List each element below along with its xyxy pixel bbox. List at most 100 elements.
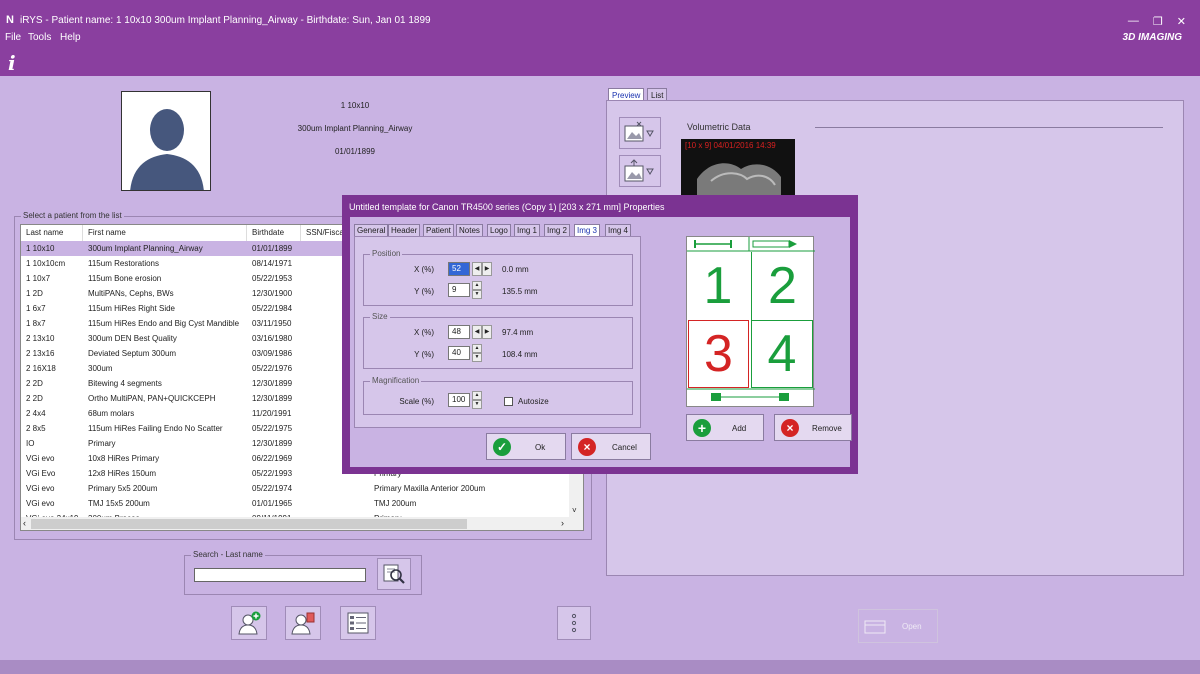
patient-last-name: 1 10x10 bbox=[340, 101, 370, 110]
cell-last: 1 10x10 bbox=[26, 244, 55, 253]
close-button[interactable]: ✕ bbox=[1177, 15, 1186, 28]
size-y-spinner[interactable]: ▲ ▼ bbox=[472, 344, 482, 362]
cancel-label: Cancel bbox=[612, 443, 637, 452]
cell-last: VGi evo bbox=[26, 499, 55, 508]
spin-up-icon[interactable]: ▲ bbox=[472, 344, 482, 353]
cell-last: 2 2D bbox=[26, 379, 43, 388]
position-y-spinner[interactable]: ▲ ▼ bbox=[472, 281, 482, 299]
scroll-left-icon[interactable]: ‹ bbox=[23, 518, 26, 528]
quadrant-4[interactable]: 4 bbox=[751, 320, 813, 388]
autosize-checkbox[interactable] bbox=[504, 397, 513, 406]
ok-button[interactable]: ✓ Ok bbox=[486, 433, 566, 460]
quadrant-1[interactable]: 1 bbox=[688, 252, 748, 320]
table-row[interactable]: VGi evo TMJ 15x5 200um 01/01/1965 TMJ 200um bbox=[21, 496, 583, 511]
scroll-down-icon[interactable]: ˅ bbox=[572, 506, 577, 515]
spin-up-icon[interactable]: ▲ bbox=[472, 391, 482, 400]
search-button[interactable] bbox=[377, 558, 411, 590]
spin-right-icon[interactable]: ▶ bbox=[482, 262, 492, 276]
cell-last: VGi evo bbox=[26, 484, 55, 493]
volume-thumbnail[interactable]: [10 x 9] 04/01/2016 14:39 bbox=[681, 139, 795, 195]
ok-label: Ok bbox=[535, 443, 546, 452]
add-patient-button[interactable] bbox=[231, 606, 267, 640]
size-x-input[interactable]: 48 bbox=[448, 325, 470, 339]
import-images-button[interactable] bbox=[619, 155, 661, 187]
cell-first: Bitewing 4 segments bbox=[88, 379, 162, 388]
quadrant-3[interactable]: 3 bbox=[688, 320, 749, 388]
cell-last: 1 10x10cm bbox=[26, 259, 66, 268]
table-row[interactable]: VGi evo Primary 5x5 200um 05/22/1974 Primar… bbox=[21, 481, 583, 496]
spin-down-icon[interactable]: ▼ bbox=[472, 290, 482, 299]
minimize-button[interactable]: — bbox=[1128, 15, 1139, 28]
add-label: Add bbox=[732, 424, 747, 433]
checkmark-icon: ✓ bbox=[493, 438, 511, 456]
spin-left-icon[interactable]: ◀ bbox=[472, 262, 482, 276]
patient-birthdate: 01/01/1899 bbox=[334, 147, 376, 156]
spin-right-icon[interactable]: ▶ bbox=[482, 325, 492, 339]
spin-left-icon[interactable]: ◀ bbox=[472, 325, 482, 339]
menu-help[interactable]: Help bbox=[60, 32, 81, 43]
quadrant-2[interactable]: 2 bbox=[751, 252, 813, 320]
scroll-right-icon[interactable]: › bbox=[561, 518, 564, 528]
autosize-label: Autosize bbox=[518, 397, 549, 406]
position-group: Position X (%) 52 ◀ ▶ 0.0 mm Y (%) 9 ▲ ▼ 1… bbox=[363, 249, 633, 306]
cell-first: 10x8 HiRes Primary bbox=[88, 454, 160, 463]
size-x-spinner[interactable]: ◀ ▶ bbox=[472, 325, 492, 339]
position-y-mm: 135.5 mm bbox=[502, 287, 538, 296]
open-label: Open bbox=[902, 622, 922, 631]
cell-first: 115um HiRes Failing Endo No Scatter bbox=[88, 424, 223, 433]
cell-first: Ortho MultiPAN, PAN+QUICKCEPH bbox=[88, 394, 216, 403]
dialog-title: Untitled template for Canon TR4500 serie… bbox=[349, 202, 665, 212]
cell-first: 115um Restorations bbox=[88, 259, 159, 268]
cell-last: 1 8x7 bbox=[26, 319, 46, 328]
cell-first: 115um HiRes Endo and Big Cyst Mandible bbox=[88, 319, 240, 328]
delete-patient-icon bbox=[291, 612, 315, 635]
col-header-last-name[interactable]: Last name bbox=[21, 225, 83, 241]
remove-button[interactable]: × Remove bbox=[774, 414, 852, 441]
spin-down-icon[interactable]: ▼ bbox=[472, 400, 482, 409]
scale-spinner[interactable]: ▲ ▼ bbox=[472, 391, 482, 409]
scale-input[interactable]: 100 bbox=[448, 393, 470, 407]
menu-file[interactable]: File bbox=[5, 32, 21, 43]
cell-first: 68um molars bbox=[88, 409, 135, 418]
col-header-birthdate[interactable]: Birthdate bbox=[247, 225, 301, 241]
add-patient-icon bbox=[238, 611, 261, 635]
spin-down-icon[interactable]: ▼ bbox=[472, 353, 482, 362]
more-options-button[interactable] bbox=[557, 606, 591, 640]
cancel-button[interactable]: × Cancel bbox=[571, 433, 651, 460]
menu-tools[interactable]: Tools bbox=[28, 32, 51, 43]
spin-up-icon[interactable]: ▲ bbox=[472, 281, 482, 290]
cell-birth: 03/11/1950 bbox=[252, 319, 292, 328]
image-tools-icon bbox=[624, 121, 654, 142]
add-button[interactable]: + Add bbox=[686, 414, 764, 441]
cell-last: IO bbox=[26, 439, 35, 448]
export-images-button[interactable] bbox=[619, 117, 661, 149]
search-input[interactable] bbox=[194, 568, 366, 582]
restore-button[interactable]: ❐ bbox=[1153, 15, 1163, 28]
cell-last: 2 2D bbox=[26, 394, 43, 403]
open-button[interactable]: Open bbox=[858, 609, 938, 643]
cell-birth: 08/14/1971 bbox=[252, 259, 293, 268]
cell-last: VGi Evo bbox=[26, 469, 56, 478]
remove-label: Remove bbox=[812, 424, 842, 433]
cell-birth: 01/01/1899 bbox=[252, 244, 293, 253]
list-horizontal-scrollbar[interactable]: ‹ › bbox=[21, 517, 583, 530]
cell-birth: 12/30/1899 bbox=[252, 379, 293, 388]
horizontal-scroll-thumb[interactable] bbox=[31, 519, 467, 529]
cell-birth: 11/20/1991 bbox=[252, 409, 292, 418]
size-y-input[interactable]: 40 bbox=[448, 346, 470, 360]
position-x-spinner[interactable]: ◀ ▶ bbox=[472, 262, 492, 276]
col-header-first-name[interactable]: First name bbox=[83, 225, 247, 241]
position-y-input[interactable]: 9 bbox=[448, 283, 470, 297]
cell-first: 300um DEN Best Quality bbox=[88, 334, 177, 343]
add-icon: + bbox=[693, 419, 711, 437]
info-icon[interactable]: i bbox=[8, 51, 16, 75]
status-strip bbox=[0, 660, 1200, 674]
cell-extra: TMJ 200um bbox=[374, 499, 417, 508]
cell-last: 1 6x7 bbox=[26, 304, 46, 313]
cell-birth: 06/22/1969 bbox=[252, 454, 293, 463]
patient-list-view-button[interactable] bbox=[340, 606, 376, 640]
cell-birth: 05/22/1975 bbox=[252, 424, 293, 433]
position-x-input[interactable]: 52 bbox=[448, 262, 470, 276]
delete-patient-button[interactable] bbox=[285, 606, 321, 640]
cell-birth: 05/22/1976 bbox=[252, 364, 293, 373]
